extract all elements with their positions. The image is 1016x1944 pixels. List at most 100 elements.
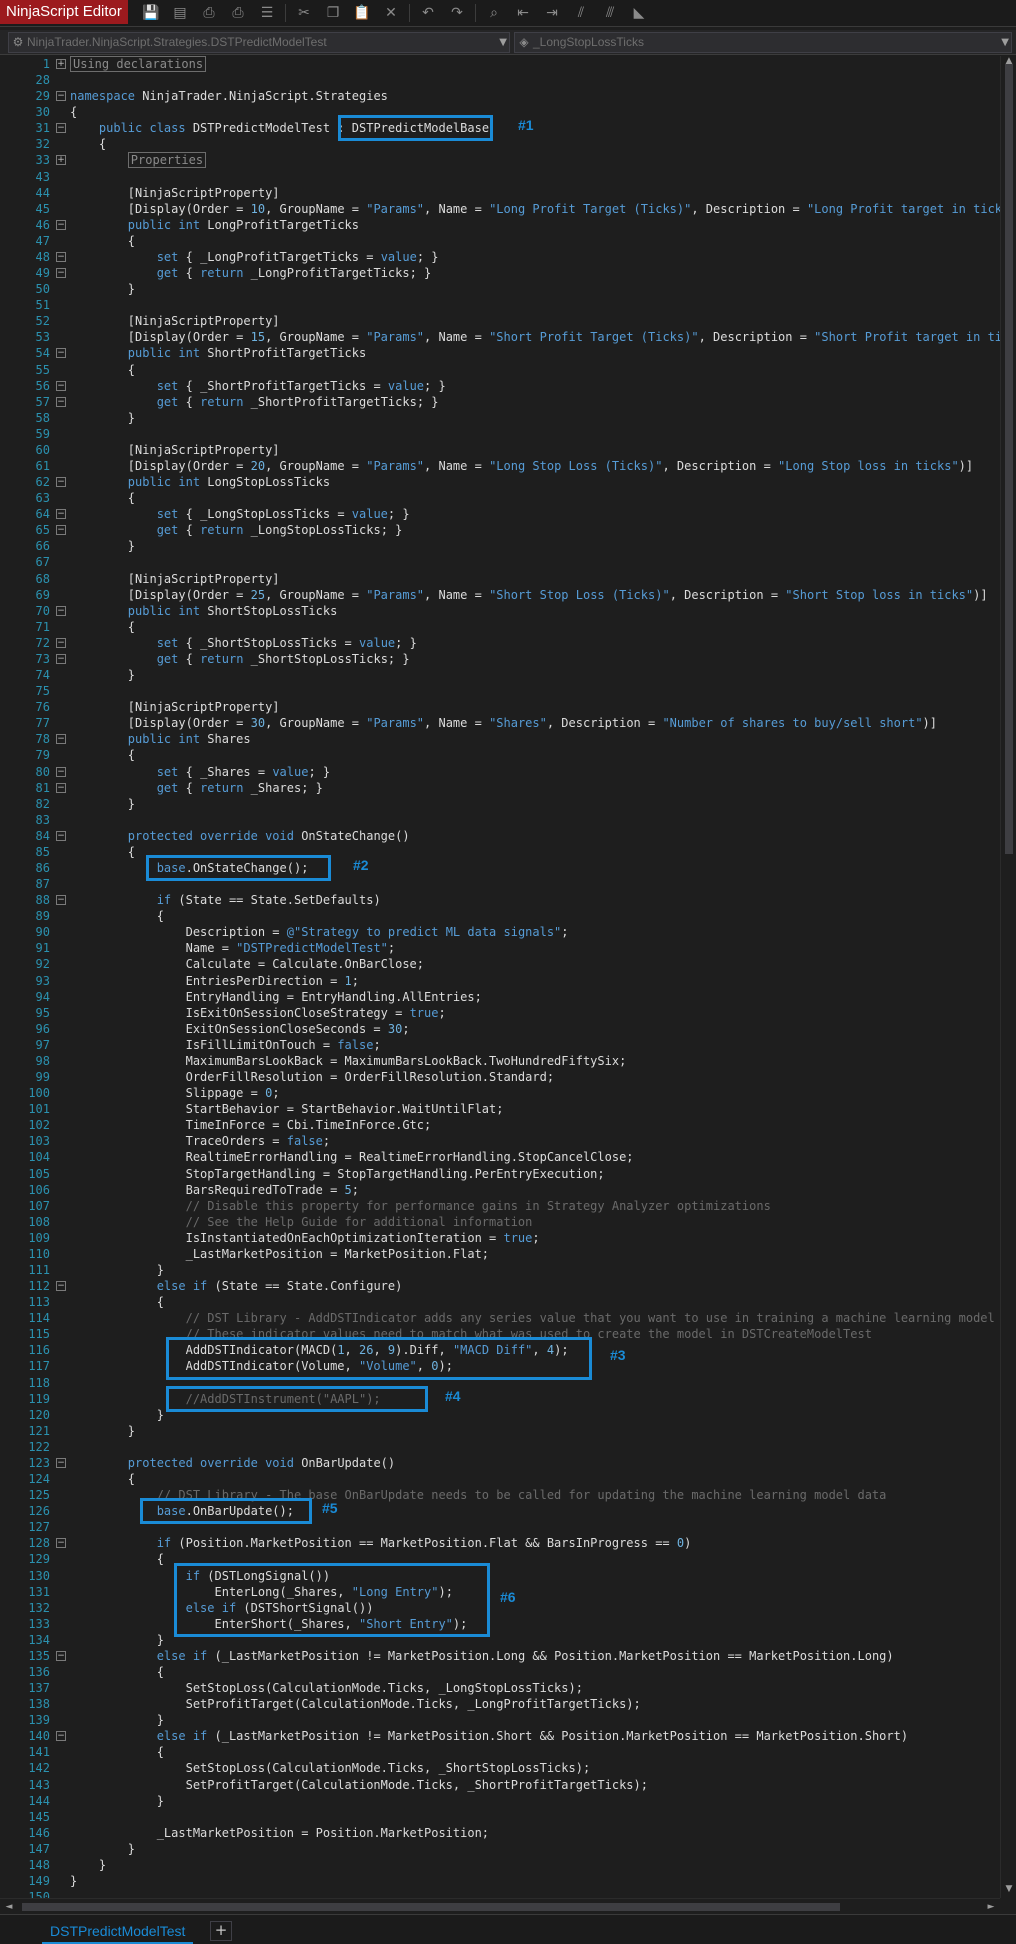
code-token: , Description = bbox=[691, 201, 807, 216]
collapse-icon[interactable]: − bbox=[56, 653, 66, 664]
code-token: ; } bbox=[395, 635, 417, 650]
horizontal-scrollbar[interactable]: ◄ ► bbox=[0, 1898, 1000, 1915]
redo-icon[interactable]: ↷ bbox=[444, 3, 470, 23]
collapse-icon[interactable]: − bbox=[56, 782, 66, 793]
member-dropdown[interactable]: ◈ _LongStopLossTicks ▼ bbox=[514, 32, 1012, 53]
code-token: return bbox=[200, 394, 244, 409]
scroll-down-icon[interactable]: ▼ bbox=[1001, 1884, 1016, 1898]
horizontal-scroll-thumb[interactable] bbox=[22, 1903, 840, 1911]
code-token: { _Shares = bbox=[178, 764, 273, 779]
code-token: } bbox=[70, 539, 136, 554]
expand-icon[interactable]: + bbox=[56, 59, 66, 69]
line-number: 134 bbox=[28, 1632, 50, 1647]
find-icon[interactable]: ⌕ bbox=[481, 3, 507, 23]
collapse-icon[interactable]: − bbox=[56, 637, 66, 648]
collapse-icon[interactable]: − bbox=[56, 380, 66, 391]
collapse-icon[interactable]: − bbox=[56, 525, 66, 536]
vertical-scroll-thumb[interactable] bbox=[1005, 64, 1013, 854]
chevron-down-icon: ▼ bbox=[1001, 37, 1009, 48]
highlight-box bbox=[174, 1562, 490, 1637]
line-number: 65 bbox=[35, 523, 50, 538]
collapse-icon[interactable]: − bbox=[56, 396, 66, 407]
code-editor[interactable]: 1 + Using declarations 28 29− namespace Ninja… bbox=[0, 56, 1000, 1898]
line-number: 45 bbox=[35, 201, 50, 216]
save-all-icon[interactable]: ▤ bbox=[167, 3, 193, 23]
paste-icon[interactable]: 📋 bbox=[349, 3, 375, 23]
collapse-icon[interactable]: − bbox=[56, 219, 66, 230]
line-number: 118 bbox=[28, 1375, 50, 1390]
indent-icon[interactable]: ⇥ bbox=[539, 3, 565, 23]
code-token: @"Strategy to predict ML data signals" bbox=[286, 925, 562, 940]
collapse-icon[interactable]: − bbox=[56, 1538, 66, 1549]
uncomment-icon[interactable]: ⫻ bbox=[597, 3, 623, 23]
scroll-left-icon[interactable]: ◄ bbox=[2, 1899, 16, 1915]
collapse-icon[interactable]: − bbox=[56, 509, 66, 520]
collapse-icon[interactable]: − bbox=[56, 830, 66, 841]
code-token: [Display(Order = bbox=[70, 201, 251, 216]
collapse-icon[interactable]: − bbox=[56, 1731, 66, 1742]
code-text: public int ShortStopLossTicks bbox=[70, 603, 338, 619]
print-preview-icon[interactable]: ⎙ bbox=[225, 3, 251, 23]
collapse-icon[interactable]: − bbox=[56, 1457, 66, 1468]
line-number: 58 bbox=[35, 410, 50, 425]
code-token: ; bbox=[532, 1230, 540, 1245]
collapse-icon[interactable]: − bbox=[56, 268, 66, 279]
collapsed-region[interactable]: Using declarations bbox=[70, 56, 207, 72]
outdent-icon[interactable]: ⇤ bbox=[510, 3, 536, 23]
collapse-icon[interactable]: − bbox=[56, 477, 66, 488]
code-line: 32 { bbox=[0, 136, 1000, 152]
comment-icon[interactable]: ⫽ bbox=[568, 3, 594, 23]
save-icon[interactable]: 💾 bbox=[138, 3, 164, 23]
code-token: ShortStopLossTicks bbox=[200, 603, 338, 618]
code-token: { _ShortProfitTargetTicks = bbox=[178, 378, 388, 393]
line-number: 1 bbox=[42, 57, 50, 71]
code-token: // DST Library - AddDSTIndicator adds an… bbox=[70, 1311, 995, 1326]
code-token: StopTargetHandling = StopTargetHandling.… bbox=[70, 1166, 605, 1181]
copy-icon[interactable]: ❐ bbox=[320, 3, 346, 23]
tab-dstpredictmodeltest[interactable]: DSTPredictModelTest bbox=[42, 1920, 194, 1944]
line-number: 32 bbox=[35, 137, 50, 152]
code-token: )] bbox=[973, 587, 988, 602]
code-line: 106 BarsRequiredToTrade = 5; bbox=[0, 1182, 1000, 1198]
collapse-icon[interactable]: − bbox=[56, 734, 66, 745]
collapse-icon[interactable]: − bbox=[56, 251, 66, 262]
collapse-icon[interactable]: − bbox=[56, 605, 66, 616]
cut-icon[interactable]: ✂ bbox=[291, 3, 317, 23]
scroll-right-icon[interactable]: ► bbox=[984, 1899, 998, 1915]
vertical-scrollbar[interactable]: ▲ ▼ bbox=[1000, 56, 1016, 1898]
code-token: set bbox=[156, 507, 179, 522]
code-token: 5 bbox=[344, 1182, 352, 1197]
code-line: 92 Calculate = Calculate.OnBarClose; bbox=[0, 956, 1000, 972]
code-token: } bbox=[70, 410, 136, 425]
add-tab-button[interactable]: + bbox=[210, 1921, 232, 1941]
code-token: , GroupName = bbox=[265, 201, 367, 216]
collapse-icon[interactable]: − bbox=[56, 1650, 66, 1661]
code-text: set { _Shares = value; } bbox=[70, 764, 330, 780]
delete-icon[interactable]: ✕ bbox=[378, 3, 404, 23]
collapse-icon[interactable]: − bbox=[56, 895, 66, 906]
undo-icon[interactable]: ↶ bbox=[415, 3, 441, 23]
expand-icon[interactable]: + bbox=[56, 155, 66, 166]
code-line: 89 { bbox=[0, 908, 1000, 924]
collapse-icon[interactable]: − bbox=[56, 1281, 66, 1292]
code-text: IsFillLimitOnTouch = false; bbox=[70, 1037, 381, 1053]
code-line: 109 IsInstantiatedOnEachOptimizationIter… bbox=[0, 1230, 1000, 1246]
code-token: "Short Profit target in ticks bbox=[814, 330, 1000, 345]
line-number: 106 bbox=[28, 1182, 50, 1197]
collapse-icon[interactable]: − bbox=[56, 348, 66, 359]
code-line: 68 [NinjaScriptProperty] bbox=[0, 571, 1000, 587]
line-number: 89 bbox=[35, 909, 50, 924]
line-number: 70 bbox=[35, 603, 50, 618]
visual-studio-icon[interactable]: ◣ bbox=[626, 3, 652, 23]
code-token: return bbox=[200, 266, 244, 281]
print-icon[interactable]: ⎙ bbox=[196, 3, 222, 23]
document-icon[interactable]: ☰ bbox=[254, 3, 280, 23]
collapse-icon[interactable]: − bbox=[56, 766, 66, 777]
class-dropdown[interactable]: ⚙ NinjaTrader.NinjaScript.Strategies.DSTP… bbox=[8, 32, 510, 53]
collapse-icon[interactable]: − bbox=[56, 91, 66, 102]
collapse-icon[interactable]: − bbox=[56, 123, 66, 134]
collapsed-region[interactable]: Properties bbox=[127, 152, 207, 169]
line-number: 87 bbox=[35, 877, 50, 892]
